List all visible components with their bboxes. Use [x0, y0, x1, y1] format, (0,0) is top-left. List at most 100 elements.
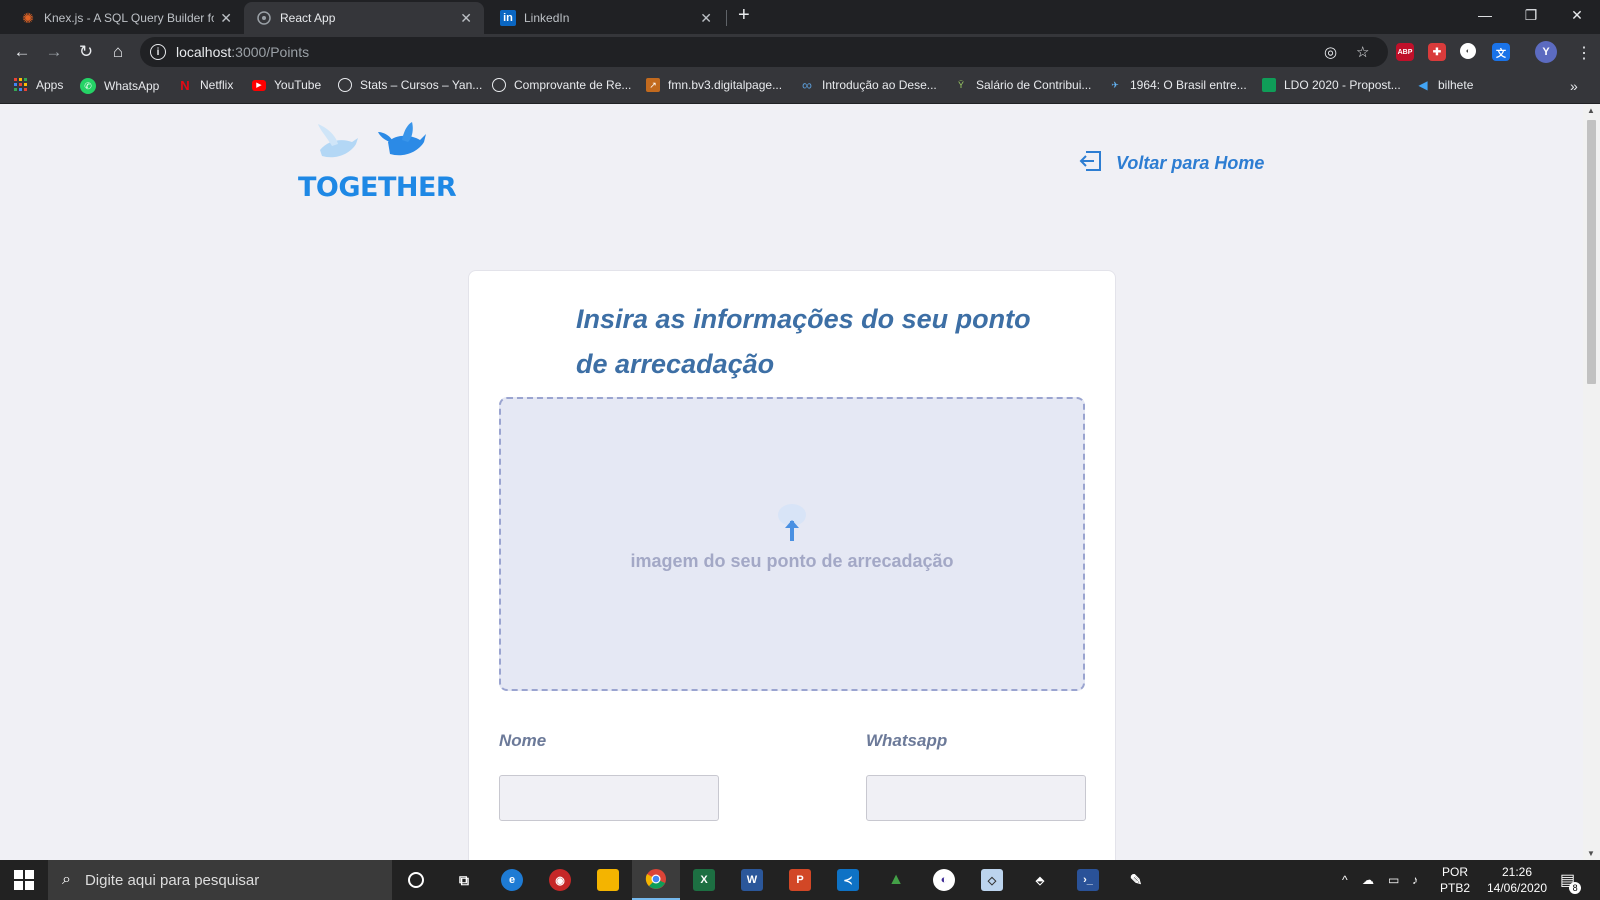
name-input[interactable]	[499, 775, 719, 821]
bookmark-label: YouTube	[274, 78, 322, 92]
extension-icon[interactable]: ✚	[1428, 43, 1446, 61]
scroll-up-icon[interactable]: ▲	[1587, 106, 1595, 115]
task-view-icon[interactable]: ⧉	[440, 860, 488, 900]
browser-toolbar: ← → ↻ ⌂ i localhost:3000/Points ◎ ☆ ABP …	[0, 34, 1600, 70]
doves-icon	[318, 122, 426, 158]
scrollbar-thumb[interactable]	[1587, 120, 1596, 384]
windows-start-icon[interactable]	[14, 870, 34, 895]
close-tab-icon[interactable]: ✕	[220, 10, 232, 27]
close-tab-icon[interactable]: ✕	[700, 10, 712, 27]
location-icon[interactable]: ◎	[1324, 43, 1337, 61]
eclipse-app-icon[interactable]: ◐	[920, 860, 968, 900]
language-indicator[interactable]: POR PTB2	[1440, 860, 1470, 900]
rocket-app-icon[interactable]: ▲	[872, 860, 920, 900]
chrome-icon[interactable]	[632, 860, 680, 900]
bookmark-label: Comprovante de Re...	[514, 78, 632, 92]
home-button[interactable]: ⌂	[106, 40, 130, 64]
bookmark-label: Apps	[36, 78, 64, 92]
excel-icon[interactable]: X	[680, 860, 728, 900]
bookmark-whatsapp[interactable]: ✆ WhatsApp	[80, 78, 159, 94]
reload-button[interactable]: ↻	[74, 40, 98, 64]
scroll-down-icon[interactable]: ▼	[1587, 849, 1595, 858]
sheet-icon	[1262, 78, 1276, 92]
address-bar[interactable]: i localhost:3000/Points	[140, 37, 1388, 67]
logo-text: TOGETHER	[298, 172, 457, 203]
fish-icon: ◀	[1418, 78, 1428, 92]
back-button[interactable]: ←	[10, 40, 34, 64]
pen-tool-icon[interactable]: ✎	[1112, 860, 1160, 900]
search-placeholder: Digite aqui para pesquisar	[84, 871, 260, 889]
back-home-label: Voltar para Home	[1116, 153, 1265, 173]
bookmark-label: bilhete	[1438, 78, 1474, 92]
clock-date: 14/06/2020	[1486, 881, 1548, 895]
keyboard-layout: PTB2	[1440, 881, 1471, 895]
minimize-button[interactable]: —	[1462, 0, 1508, 30]
forward-button[interactable]: →	[42, 40, 66, 64]
site-info-icon[interactable]: i	[150, 44, 166, 60]
close-window-button[interactable]: ✕	[1554, 0, 1600, 30]
bookmark-apps[interactable]: Apps	[14, 78, 63, 92]
name-label: Nome	[499, 731, 547, 750]
together-logo: TOGETHER	[292, 120, 462, 210]
translate-icon[interactable]: 文	[1492, 43, 1510, 61]
bookmark-label: 1964: O Brasil entre...	[1130, 78, 1247, 92]
browser-tab-bar: ✺ Knex.js - A SQL Query Builder for ✕ Re…	[0, 0, 1600, 34]
bookmark-youtube[interactable]: ▶ YouTube	[252, 78, 321, 92]
clock-time: 21:26	[1501, 865, 1533, 879]
bookmark-star-icon[interactable]: ☆	[1356, 43, 1369, 61]
menu-kebab-icon[interactable]: ⋮	[1576, 43, 1592, 63]
bookmarks-bar: Apps ✆ WhatsApp N Netflix ▶ YouTube Stat…	[0, 70, 1600, 104]
bookmark-comprovante[interactable]: Comprovante de Re...	[492, 78, 631, 92]
file-explorer-icon[interactable]	[584, 860, 632, 900]
bookmark-ldo[interactable]: LDO 2020 - Propost...	[1262, 78, 1401, 92]
extension-icon[interactable]: ◐	[1460, 43, 1476, 59]
profile-avatar[interactable]: Y	[1535, 41, 1557, 63]
bookmark-introducao[interactable]: ∞ Introdução ao Dese...	[800, 77, 937, 93]
volume-icon[interactable]: ♪	[1412, 860, 1418, 900]
whatsapp-input[interactable]	[866, 775, 1086, 821]
tab-linkedin[interactable]: in LinkedIn ✕	[488, 2, 724, 34]
knex-icon: ✺	[22, 9, 34, 26]
onedrive-icon[interactable]: ☁	[1362, 860, 1374, 900]
tab-knex[interactable]: ✺ Knex.js - A SQL Query Builder for ✕	[8, 2, 244, 34]
notification-center-icon[interactable]: ▤ 8	[1560, 860, 1582, 900]
adblock-plus-icon[interactable]: ABP	[1396, 43, 1414, 61]
react-icon	[256, 10, 272, 26]
clock[interactable]: 21:26 14/06/2020	[1482, 860, 1552, 900]
image-dropzone[interactable]: imagem do seu ponto de arrecadação	[499, 397, 1085, 691]
bookmark-stats[interactable]: Stats – Cursos – Yan...	[338, 78, 482, 92]
bookmark-label: Introdução ao Dese...	[822, 78, 937, 92]
whatsapp-icon: ✆	[80, 78, 96, 94]
netflix-icon: N	[180, 77, 190, 93]
show-hidden-icons[interactable]: ^	[1342, 860, 1348, 900]
youtube-icon: ▶	[252, 79, 266, 91]
tab-react-app[interactable]: React App ✕	[244, 2, 484, 34]
cube-app-icon[interactable]: ◇	[968, 860, 1016, 900]
network-icon[interactable]: ▭	[1388, 860, 1399, 900]
bookmark-1964[interactable]: ✈ 1964: O Brasil entre...	[1108, 78, 1247, 92]
form-title: Insira as informações do seu ponto de ar…	[576, 304, 1031, 379]
taskbar-search-box[interactable]: ⌕ Digite aqui para pesquisar	[48, 860, 392, 900]
bookmark-fmn[interactable]: ↗ fmn.bv3.digitalpage...	[646, 78, 782, 92]
bookmark-bilhete[interactable]: ◀ bilhete	[1416, 78, 1473, 92]
bookmark-netflix[interactable]: N Netflix	[178, 77, 234, 93]
bookmark-salario[interactable]: Ÿ Salário de Contribui...	[954, 78, 1091, 92]
upload-cloud-icon	[777, 501, 807, 548]
bookmark-label: Netflix	[200, 78, 234, 92]
red-app-icon[interactable]: ◉	[536, 860, 584, 900]
bookmark-label: fmn.bv3.digitalpage...	[668, 78, 783, 92]
vscode-icon[interactable]: ≺	[824, 860, 872, 900]
terminal-app-icon[interactable]: ⬘	[1016, 860, 1064, 900]
powerpoint-icon[interactable]: P	[776, 860, 824, 900]
close-tab-icon[interactable]: ✕	[460, 10, 472, 27]
new-tab-button[interactable]: +	[738, 4, 750, 27]
bookmark-label: WhatsApp	[104, 79, 160, 93]
back-home-link[interactable]: Voltar para Home	[1078, 148, 1264, 179]
edge-icon[interactable]: e	[488, 860, 536, 900]
powershell-icon[interactable]: ›_	[1064, 860, 1112, 900]
word-icon[interactable]: W	[728, 860, 776, 900]
more-bookmarks-icon[interactable]: »	[1570, 78, 1578, 94]
restore-button[interactable]: ❐	[1508, 0, 1554, 30]
cortana-icon[interactable]	[392, 860, 440, 900]
page-scrollbar[interactable]: ▲ ▼	[1583, 104, 1600, 860]
